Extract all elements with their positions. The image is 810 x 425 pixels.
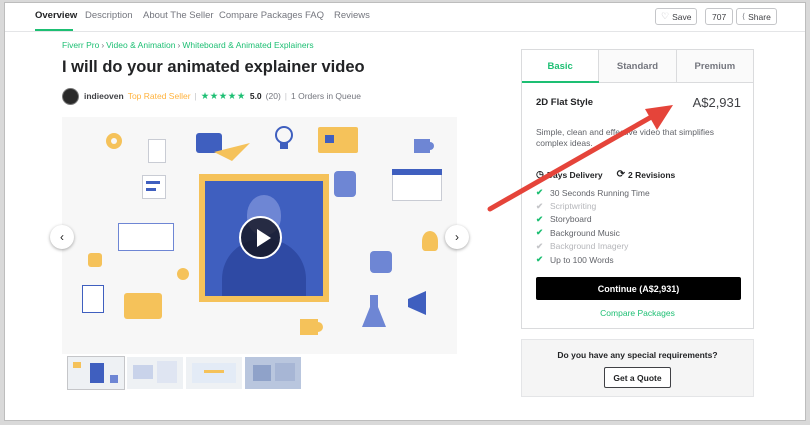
annotation-arrow-icon <box>487 105 673 212</box>
page-frame: Overview Description About The Seller Co… <box>4 2 806 421</box>
